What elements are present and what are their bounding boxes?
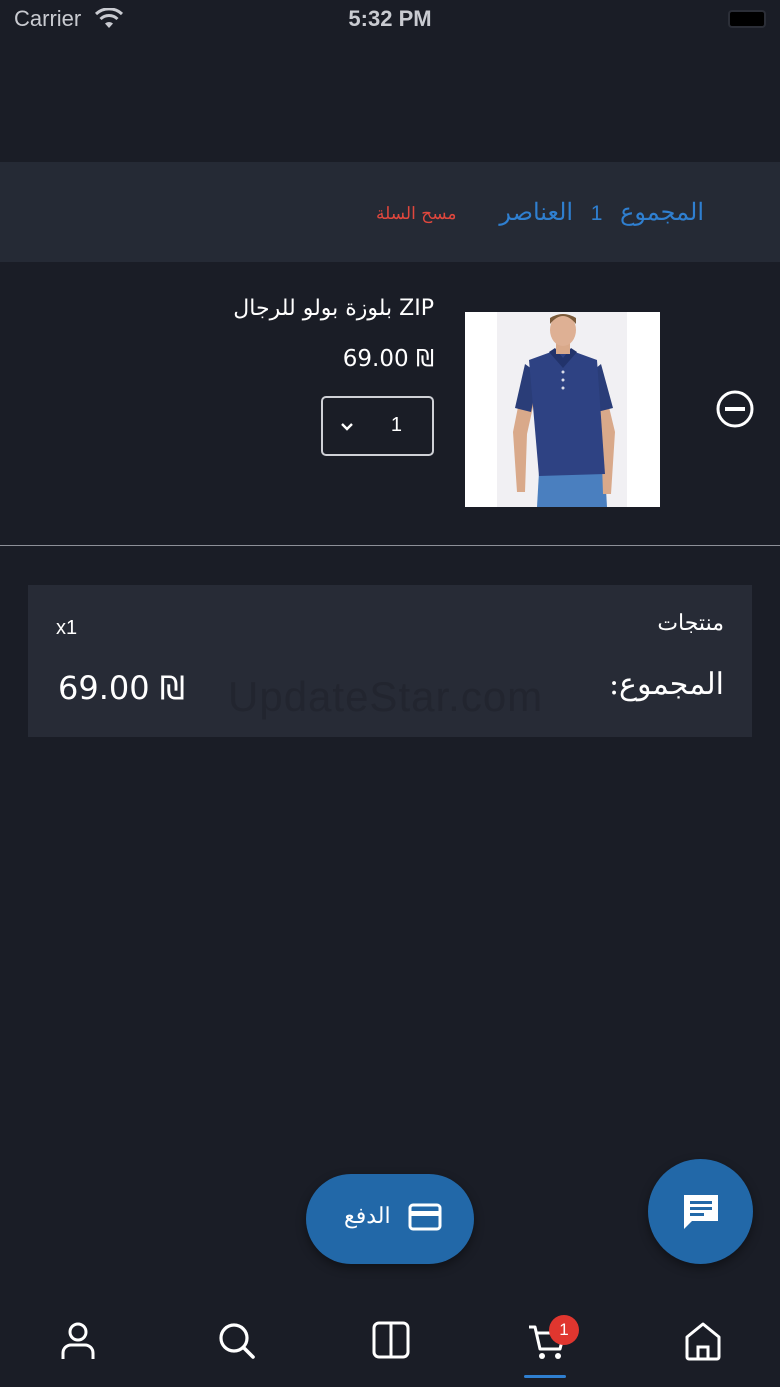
chevron-down-icon [339,418,355,437]
products-count: x1 [56,617,78,639]
cart-badge: 1 [549,1315,579,1345]
bottom-nav: 1 [0,1295,780,1387]
product-price: ₪ 69.00 [342,346,434,372]
clear-cart-button[interactable]: مسح السلة [376,204,456,224]
chat-icon [680,1191,722,1237]
user-icon [61,1322,95,1359]
chat-button[interactable] [648,1159,753,1264]
cart-item: ZIP بلوزة بولو للرجال ₪ 69.00 1 [0,262,780,546]
cart-header: المجموع 1 العناصر مسح السلة [0,162,780,262]
nav-account[interactable] [33,1295,123,1387]
total-label: المجموع: [608,667,724,702]
status-time: 5:32 PM [348,6,432,31]
remove-item-button[interactable] [715,389,755,429]
total-value: ₪ 69.00 [58,669,185,707]
nav-home[interactable] [657,1295,747,1387]
product-name[interactable]: ZIP بلوزة بولو للرجال [233,296,434,321]
product-photo-icon [513,314,615,507]
cart-items-label: العناصر [499,198,574,226]
quantity-select[interactable]: 1 [321,396,434,456]
home-icon [685,1322,721,1361]
battery-icon [728,10,766,28]
product-image[interactable] [465,312,660,507]
status-bar: Carrier 5:32 PM [0,0,780,40]
cart-total-label: المجموع [620,198,704,226]
cart-item-count: 1 [590,202,603,225]
search-icon [219,1323,255,1359]
cart-summary: المجموع 1 العناصر [489,198,704,226]
active-tab-indicator [524,1375,566,1378]
products-label: منتجات [657,611,724,636]
minus-circle-icon [716,390,754,428]
watermark: UpdateStar.com [228,673,544,720]
columns-icon [372,1321,410,1359]
checkout-button[interactable]: الدفع [306,1174,474,1264]
checkout-label: الدفع [344,1204,391,1229]
credit-card-icon [408,1202,442,1236]
nav-cart[interactable]: 1 [500,1295,590,1387]
nav-search[interactable] [190,1295,280,1387]
totals-card: UpdateStar.com منتجات x1 المجموع: ₪ 69.0… [28,585,752,737]
quantity-value: 1 [390,414,402,436]
nav-categories[interactable] [345,1295,435,1387]
